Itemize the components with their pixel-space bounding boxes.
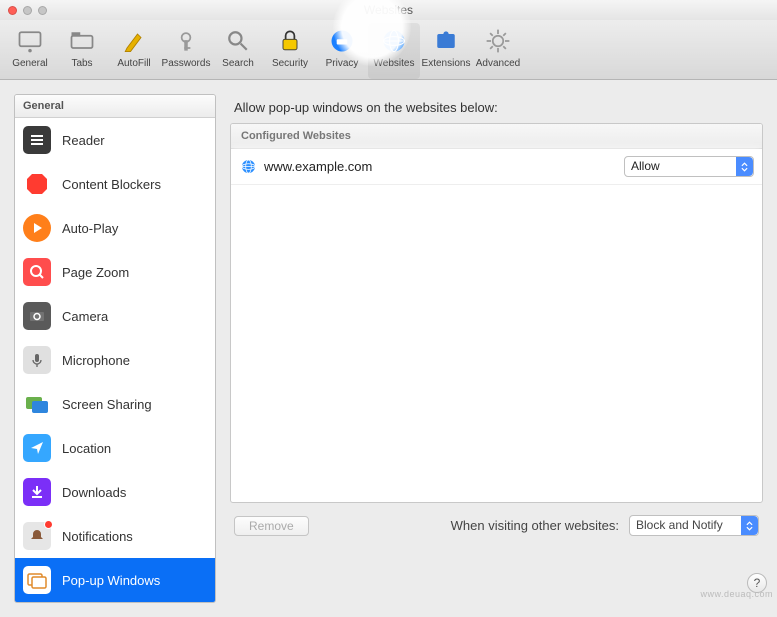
sidebar-camera[interactable]: Camera — [15, 294, 215, 338]
sidebar-auto-play-icon — [23, 214, 51, 242]
toolbar-security[interactable]: Security — [264, 23, 316, 79]
toolbar-websites[interactable]: Websites — [368, 23, 420, 79]
toolbar-search-label: Search — [222, 58, 254, 69]
sidebar-reader-icon — [23, 126, 51, 154]
website-url: www.example.com — [264, 159, 624, 174]
configured-websites-list: Configured Websites www.example.com Allow — [230, 123, 763, 503]
toolbar-tabs[interactable]: Tabs — [56, 23, 108, 79]
sidebar-notifications-icon — [23, 522, 51, 550]
main-panel: Allow pop-up windows on the websites bel… — [230, 94, 763, 603]
sidebar-location-icon — [23, 434, 51, 462]
sidebar-content-blockers[interactable]: Content Blockers — [15, 162, 215, 206]
watermark: www.deuaq.com — [700, 589, 773, 599]
sidebar-screen-sharing-icon — [23, 390, 51, 418]
sidebar-location-label: Location — [62, 441, 111, 456]
row-policy-select[interactable]: Allow — [624, 156, 754, 177]
toolbar-extensions[interactable]: Extensions — [420, 23, 472, 79]
sidebar-page-zoom-label: Page Zoom — [62, 265, 129, 280]
toolbar-general-label: General — [12, 58, 48, 69]
other-websites-value: Block and Notify — [636, 518, 723, 532]
other-websites-select[interactable]: Block and Notify — [629, 515, 759, 536]
sidebar-auto-play[interactable]: Auto-Play — [15, 206, 215, 250]
chevron-updown-icon — [741, 516, 758, 535]
website-row[interactable]: www.example.com Allow — [231, 149, 762, 185]
sidebar-popup-windows-icon — [23, 566, 51, 594]
toolbar-privacy[interactable]: Privacy — [316, 23, 368, 79]
toolbar-autofill-label: AutoFill — [117, 58, 150, 69]
main-heading: Allow pop-up windows on the websites bel… — [230, 94, 763, 123]
sidebar-downloads[interactable]: Downloads — [15, 470, 215, 514]
sidebar-page-zoom[interactable]: Page Zoom — [15, 250, 215, 294]
other-websites-label: When visiting other websites: — [451, 518, 619, 533]
toolbar-tabs-label: Tabs — [71, 58, 92, 69]
sidebar-auto-play-label: Auto-Play — [62, 221, 118, 236]
sidebar-downloads-label: Downloads — [62, 485, 126, 500]
sidebar-reader[interactable]: Reader — [15, 118, 215, 162]
badge-icon — [44, 520, 53, 529]
sidebar-location[interactable]: Location — [15, 426, 215, 470]
toolbar-search[interactable]: Search — [212, 23, 264, 79]
row-policy-value: Allow — [631, 159, 660, 173]
sidebar-camera-label: Camera — [62, 309, 108, 324]
list-header: Configured Websites — [231, 124, 762, 149]
toolbar-advanced-label: Advanced — [476, 58, 520, 69]
toolbar-security-label: Security — [272, 58, 308, 69]
toolbar-autofill[interactable]: AutoFill — [108, 23, 160, 79]
sidebar-microphone[interactable]: Microphone — [15, 338, 215, 382]
globe-icon — [241, 159, 256, 174]
sidebar-screen-sharing[interactable]: Screen Sharing — [15, 382, 215, 426]
sidebar-header: General — [15, 95, 215, 118]
remove-button[interactable]: Remove — [234, 516, 309, 536]
toolbar-general[interactable]: General — [4, 23, 56, 79]
sidebar-content-blockers-label: Content Blockers — [62, 177, 161, 192]
sidebar-screen-sharing-label: Screen Sharing — [62, 397, 152, 412]
sidebar: General Reader Content Blockers Auto-Play P… — [14, 94, 216, 603]
toolbar-advanced[interactable]: Advanced — [472, 23, 524, 79]
toolbar-passwords-label: Passwords — [162, 58, 211, 69]
sidebar-page-zoom-icon — [23, 258, 51, 286]
toolbar-passwords[interactable]: Passwords — [160, 23, 212, 79]
sidebar-content-blockers-icon — [23, 170, 51, 198]
sidebar-notifications-label: Notifications — [62, 529, 133, 544]
sidebar-downloads-icon — [23, 478, 51, 506]
sidebar-popup-windows[interactable]: Pop-up Windows — [15, 558, 215, 602]
sidebar-microphone-label: Microphone — [62, 353, 130, 368]
toolbar-websites-label: Websites — [374, 58, 415, 69]
toolbar-extensions-label: Extensions — [422, 58, 471, 69]
sidebar-notifications[interactable]: Notifications — [15, 514, 215, 558]
titlebar: Websites — [0, 0, 777, 20]
chevron-updown-icon — [736, 157, 753, 176]
sidebar-camera-icon — [23, 302, 51, 330]
sidebar-popup-windows-label: Pop-up Windows — [62, 573, 160, 588]
window-title: Websites — [0, 3, 777, 17]
sidebar-reader-label: Reader — [62, 133, 105, 148]
toolbar: General Tabs AutoFill Passwords Search Securi… — [0, 20, 777, 80]
toolbar-privacy-label: Privacy — [326, 58, 359, 69]
sidebar-microphone-icon — [23, 346, 51, 374]
